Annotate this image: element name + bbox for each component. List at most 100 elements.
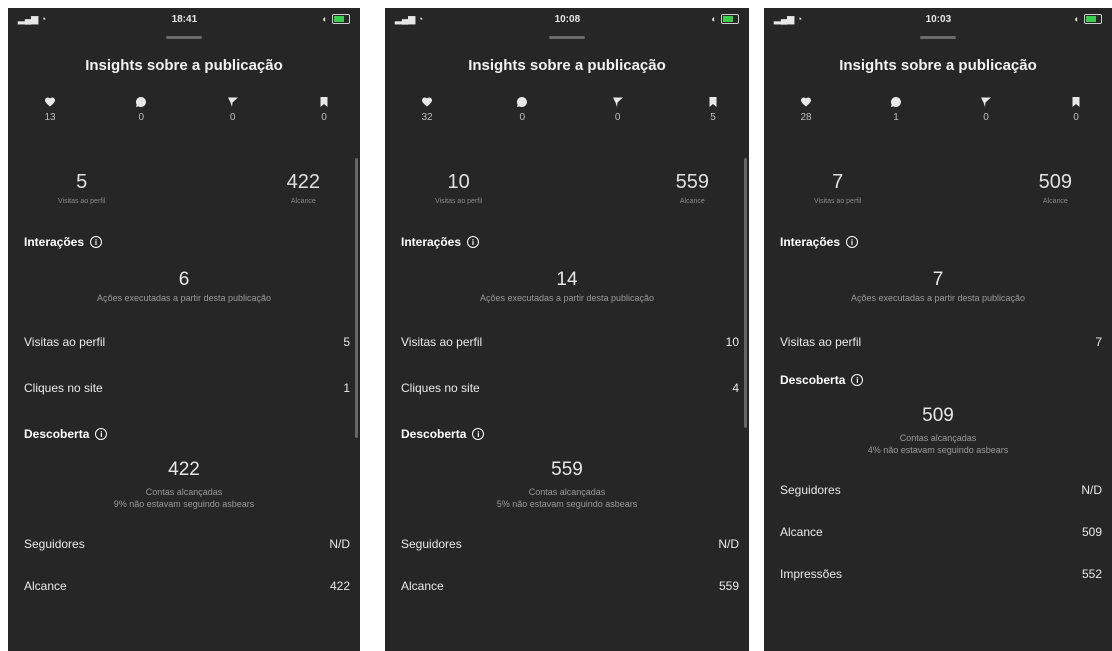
list-item: Visitas ao perfil 10 [385, 319, 749, 365]
likes-count: 28 [800, 112, 812, 123]
discovery-list: Seguidores N/D Alcance 509 Impressões 552 [764, 469, 1112, 595]
battery-icon [1083, 14, 1102, 24]
row-value: 4 [732, 381, 739, 395]
discovery-label: Descoberta [24, 427, 90, 441]
info-icon[interactable]: i [90, 236, 103, 248]
info-icon[interactable]: i [467, 236, 480, 248]
row-label: Seguidores [401, 537, 462, 551]
shares-count: 0 [983, 112, 989, 123]
row-value: N/D [1081, 483, 1102, 497]
discovery-caption: Contas alcançadas [899, 433, 977, 443]
reach-summary: 559 Alcance [676, 171, 709, 205]
drag-handle[interactable] [166, 36, 202, 39]
drag-handle[interactable] [920, 36, 956, 39]
list-item: Alcance 422 [8, 565, 360, 607]
bookmark-icon [709, 97, 717, 107]
comment-icon [136, 96, 147, 107]
share-icon [612, 97, 623, 107]
profile-visits-summary: 5 Visitas ao perfil [58, 171, 105, 205]
list-item: Cliques no site 1 [8, 365, 360, 411]
list-item: Seguidores N/D [764, 469, 1112, 511]
comment-icon [517, 96, 528, 107]
likes-stat: 13 [30, 96, 70, 123]
list-item: Alcance 559 [385, 565, 749, 607]
interactions-caption: Ações executadas a partir desta publicaç… [96, 293, 272, 303]
status-time: 18:41 [171, 13, 198, 25]
interactions-list: Visitas ao perfil 10 Cliques no site 4 [385, 319, 749, 411]
discovery-caption: Contas alcançadas [528, 487, 606, 497]
scrollbar[interactable] [744, 158, 747, 428]
interactions-header: Interações i [8, 235, 360, 249]
status-time: 10:08 [554, 13, 581, 25]
profile-visits-label: Visitas ao perfil [58, 198, 106, 205]
battery-icon [720, 14, 739, 24]
row-value: N/D [718, 537, 739, 551]
scrollbar[interactable] [355, 158, 358, 438]
interactions-label: Interações [401, 235, 462, 249]
list-item: Visitas ao perfil 5 [8, 319, 360, 365]
sheet-title: Insights sobre a publicação [85, 57, 283, 74]
status-time: 10:03 [925, 13, 952, 25]
row-value: 422 [329, 579, 350, 593]
signal-icon: ▂▄▆ ◔ [18, 13, 47, 24]
engagement-icons: 28 1 0 0 [764, 96, 1112, 123]
profile-visits-summary: 10 Visitas ao perfil [435, 171, 482, 205]
row-label: Alcance [780, 525, 823, 539]
heart-icon [45, 97, 55, 107]
reach-value: 422 [286, 171, 320, 193]
info-icon[interactable]: i [95, 428, 108, 440]
comments-stat: 0 [502, 96, 542, 123]
info-icon[interactable]: i [472, 428, 485, 440]
interactions-header: Interações i [385, 235, 749, 249]
likes-stat: 28 [786, 96, 826, 123]
shares-stat: 0 [966, 96, 1006, 123]
status-bar: ▂▄▆ ◔ 10:03 ◐ [764, 8, 1112, 30]
signal-icon: ▂▄▆ ◔ [774, 13, 803, 24]
likes-stat: 32 [407, 96, 447, 123]
interactions-caption: Ações executadas a partir desta publicaç… [479, 293, 655, 303]
interactions-value: 6 [178, 269, 190, 290]
comments-stat: 1 [876, 96, 916, 123]
discovery-header: Descoberta i [385, 427, 749, 441]
interactions-value: 7 [932, 269, 944, 290]
info-icon[interactable]: i [846, 236, 859, 248]
list-item: Impressões 552 [764, 553, 1112, 595]
drag-handle[interactable] [549, 36, 585, 39]
row-label: Visitas ao perfil [780, 335, 862, 349]
row-label: Visitas ao perfil [24, 335, 106, 349]
profile-visits-value: 5 [76, 171, 88, 193]
comments-count: 0 [519, 112, 526, 123]
reach-value: 559 [675, 171, 709, 193]
list-item: Visitas ao perfil 7 [764, 319, 1112, 365]
battery-group: ◐ [1075, 14, 1102, 24]
shares-stat: 0 [213, 96, 253, 123]
status-bar: ▂▄▆ ◔ 10:08 ◐ [385, 8, 749, 30]
battery-group: ◐ [323, 14, 350, 24]
saves-stat: 0 [1056, 96, 1096, 123]
row-value: N/D [329, 537, 350, 551]
list-item: Cliques no site 4 [385, 365, 749, 411]
row-value: 10 [725, 335, 739, 349]
share-icon [981, 97, 991, 107]
row-label: Visitas ao perfil [401, 335, 483, 349]
bookmark-icon [320, 97, 328, 107]
battery-icon [331, 14, 350, 24]
summary-stats: 7 Visitas ao perfil 509 Alcance [764, 171, 1112, 205]
row-label: Alcance [401, 579, 444, 593]
interactions-value: 14 [556, 269, 578, 290]
row-label: Alcance [24, 579, 67, 593]
comments-stat: 0 [121, 96, 161, 123]
signal-icon: ▂▄▆ ◔ [395, 13, 424, 24]
comments-count: 1 [893, 112, 899, 123]
saves-count: 0 [321, 112, 327, 123]
summary-stats: 5 Visitas ao perfil 422 Alcance [8, 171, 360, 205]
row-value: 552 [1081, 567, 1102, 581]
bookmark-icon [1072, 97, 1080, 107]
profile-visits-value: 10 [447, 171, 470, 193]
list-item: Seguidores N/D [8, 523, 360, 565]
screen-panel-1: ▂▄▆ ◔ 18:41 ◐ Insights sobre a publicaçã… [8, 8, 360, 651]
saves-stat: 0 [304, 96, 344, 123]
profile-visits-value: 7 [832, 171, 844, 193]
info-icon[interactable]: i [851, 374, 864, 386]
row-value: 1 [343, 381, 350, 395]
